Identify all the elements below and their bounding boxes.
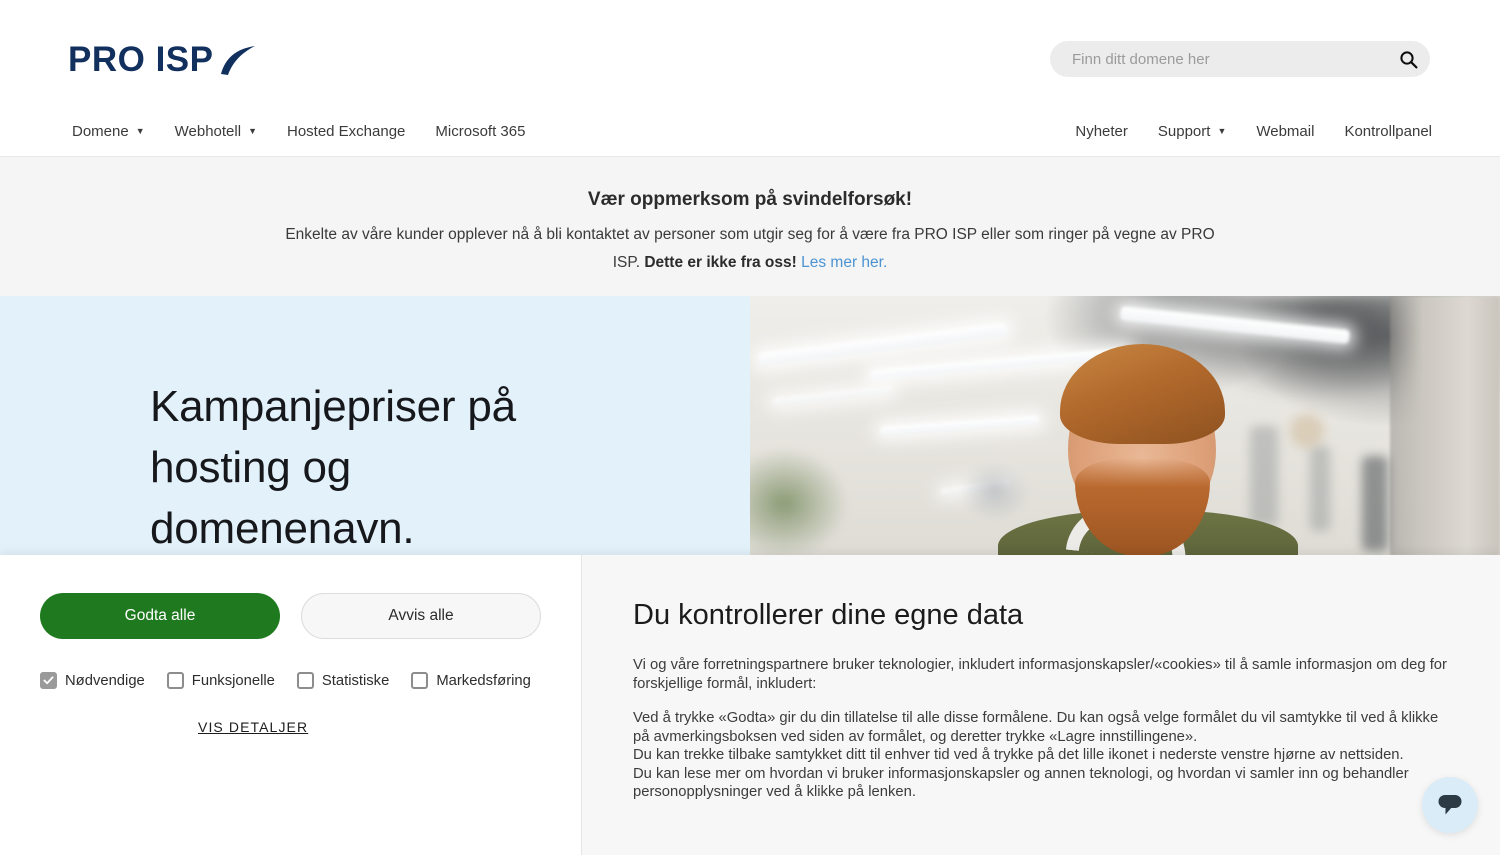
cookie-paragraph-1: Vi og våre forretningspartnere bruker te… — [633, 657, 1447, 692]
warning-bold-text: Dette er ikke fra oss! — [644, 254, 797, 271]
accept-all-button[interactable]: Godta alle — [40, 593, 280, 639]
nav-right-group: Nyheter Support ▼ Webmail Kontrollpanel — [1060, 105, 1432, 157]
checkbox-item-markedsforing[interactable]: Markedsføring — [411, 672, 531, 689]
logo-swoosh-icon — [221, 46, 256, 75]
checkbox-checked-icon[interactable] — [40, 672, 57, 689]
nav-label: Nyheter — [1075, 122, 1128, 140]
chevron-down-icon: ▼ — [1217, 125, 1227, 136]
nav-item-support[interactable]: Support ▼ — [1143, 123, 1241, 140]
search-button[interactable] — [1386, 41, 1430, 77]
checkbox-label: Markedsføring — [436, 672, 531, 689]
cookie-paragraph-2: Ved å trykke «Godta» gir du din tillatel… — [633, 710, 1439, 745]
hero-background-object — [1250, 426, 1278, 526]
cookie-consent-banner: Godta alle Avvis alle Nødvendige Funksjo… — [0, 555, 1500, 855]
checkbox-unchecked-icon[interactable] — [411, 672, 429, 689]
nav-item-hosted-exchange[interactable]: Hosted Exchange — [272, 123, 420, 140]
nav-label: Hosted Exchange — [286, 122, 406, 140]
cookie-button-row: Godta alle Avvis alle — [40, 593, 541, 639]
search-icon — [1399, 50, 1417, 68]
hero-ceiling-light — [771, 385, 893, 407]
chevron-down-icon: ▼ — [135, 125, 145, 136]
hero-plant — [750, 446, 850, 556]
checkbox-label: Funksjonelle — [191, 672, 275, 689]
warning-line-1: Enkelte av våre kunder opplever nå å bli… — [285, 226, 1110, 243]
hero-background-object — [1310, 446, 1330, 531]
nav-item-microsoft-365[interactable]: Microsoft 365 — [420, 123, 540, 140]
nav-item-webmail[interactable]: Webmail — [1241, 123, 1329, 140]
hero-ceiling-light — [879, 415, 1041, 436]
checkbox-label: Statistiske — [321, 672, 390, 689]
nav-label: Kontrollpanel — [1344, 122, 1432, 140]
chevron-down-icon: ▼ — [248, 125, 257, 136]
hero-ceiling-light — [758, 322, 1008, 367]
show-details-link[interactable]: VIS DETALJER — [198, 719, 308, 735]
cookie-panel-title: Du kontrollerer dine egne data — [633, 599, 1024, 631]
cookie-paragraph-3: Du kan trekke tilbake samtykket ditt til… — [633, 747, 1404, 763]
hero-background-object — [1362, 456, 1388, 551]
hero-concrete-pillar — [1390, 296, 1500, 556]
hero-heading: Kampanjepriser på hosting og domenenavn. — [150, 382, 516, 553]
checkbox-item-statistiske[interactable]: Statistiske — [296, 672, 390, 689]
checkbox-item-nodvendige[interactable]: Nødvendige — [40, 672, 145, 689]
domain-search-box[interactable] — [1050, 41, 1430, 77]
page-root: PRO ISP Domene ▼ Webhotell ▼ — [0, 0, 1500, 855]
logo-text: PRO ISP — [68, 40, 214, 79]
site-header: PRO ISP — [0, 0, 1500, 105]
read-more-link[interactable]: Les mer her. — [801, 254, 887, 271]
chat-widget-button[interactable] — [1422, 777, 1478, 833]
checkbox-unchecked-icon[interactable] — [296, 672, 314, 689]
checkbox-label: Nødvendige — [65, 672, 145, 689]
site-logo[interactable]: PRO ISP — [68, 40, 259, 80]
cookie-controls-panel: Godta alle Avvis alle Nødvendige Funksjo… — [0, 555, 582, 855]
warning-body: Enkelte av våre kunder opplever nå å bli… — [270, 221, 1230, 277]
nav-label: Webhotell — [174, 122, 242, 140]
cookie-info-panel: Du kontrollerer dine egne data Vi og vår… — [582, 555, 1500, 855]
nav-left-group: Domene ▼ Webhotell ▼ Hosted Exchange Mic… — [68, 105, 540, 157]
checkmark-icon — [43, 676, 54, 685]
fraud-warning-banner: Vær oppmerksom på svindelforsøk! Enkelte… — [0, 157, 1500, 296]
main-navigation: Domene ▼ Webhotell ▼ Hosted Exchange Mic… — [0, 105, 1500, 157]
nav-label: Domene — [72, 122, 129, 140]
nav-label: Support — [1157, 122, 1211, 140]
nav-label: Webmail — [1256, 122, 1315, 140]
cookie-paragraph-4: Du kan lese mer om hvordan vi bruker inf… — [633, 765, 1409, 801]
nav-item-kontrollpanel[interactable]: Kontrollpanel — [1329, 123, 1432, 140]
hero-desk-lamp — [960, 461, 1030, 521]
nav-item-domene[interactable]: Domene ▼ — [68, 123, 160, 140]
nav-item-webhotell[interactable]: Webhotell ▼ — [160, 123, 272, 140]
checkbox-item-funksjonelle[interactable]: Funksjonelle — [166, 672, 275, 689]
hero-background-object — [1290, 414, 1324, 448]
chat-bubble-icon — [1438, 795, 1462, 815]
hero-section: Kampanjepriser på hosting og domenenavn. — [0, 296, 1500, 556]
hero-image — [750, 296, 1500, 556]
cookie-category-row: Nødvendige Funksjonelle Statistiske Mark… — [40, 672, 541, 689]
warning-title: Vær oppmerksom på svindelforsøk! — [587, 189, 913, 210]
nav-label: Microsoft 365 — [435, 122, 526, 140]
search-input[interactable] — [1050, 50, 1386, 68]
nav-item-nyheter[interactable]: Nyheter — [1060, 123, 1143, 140]
reject-all-button[interactable]: Avvis alle — [301, 593, 541, 639]
checkbox-unchecked-icon[interactable] — [166, 672, 184, 689]
